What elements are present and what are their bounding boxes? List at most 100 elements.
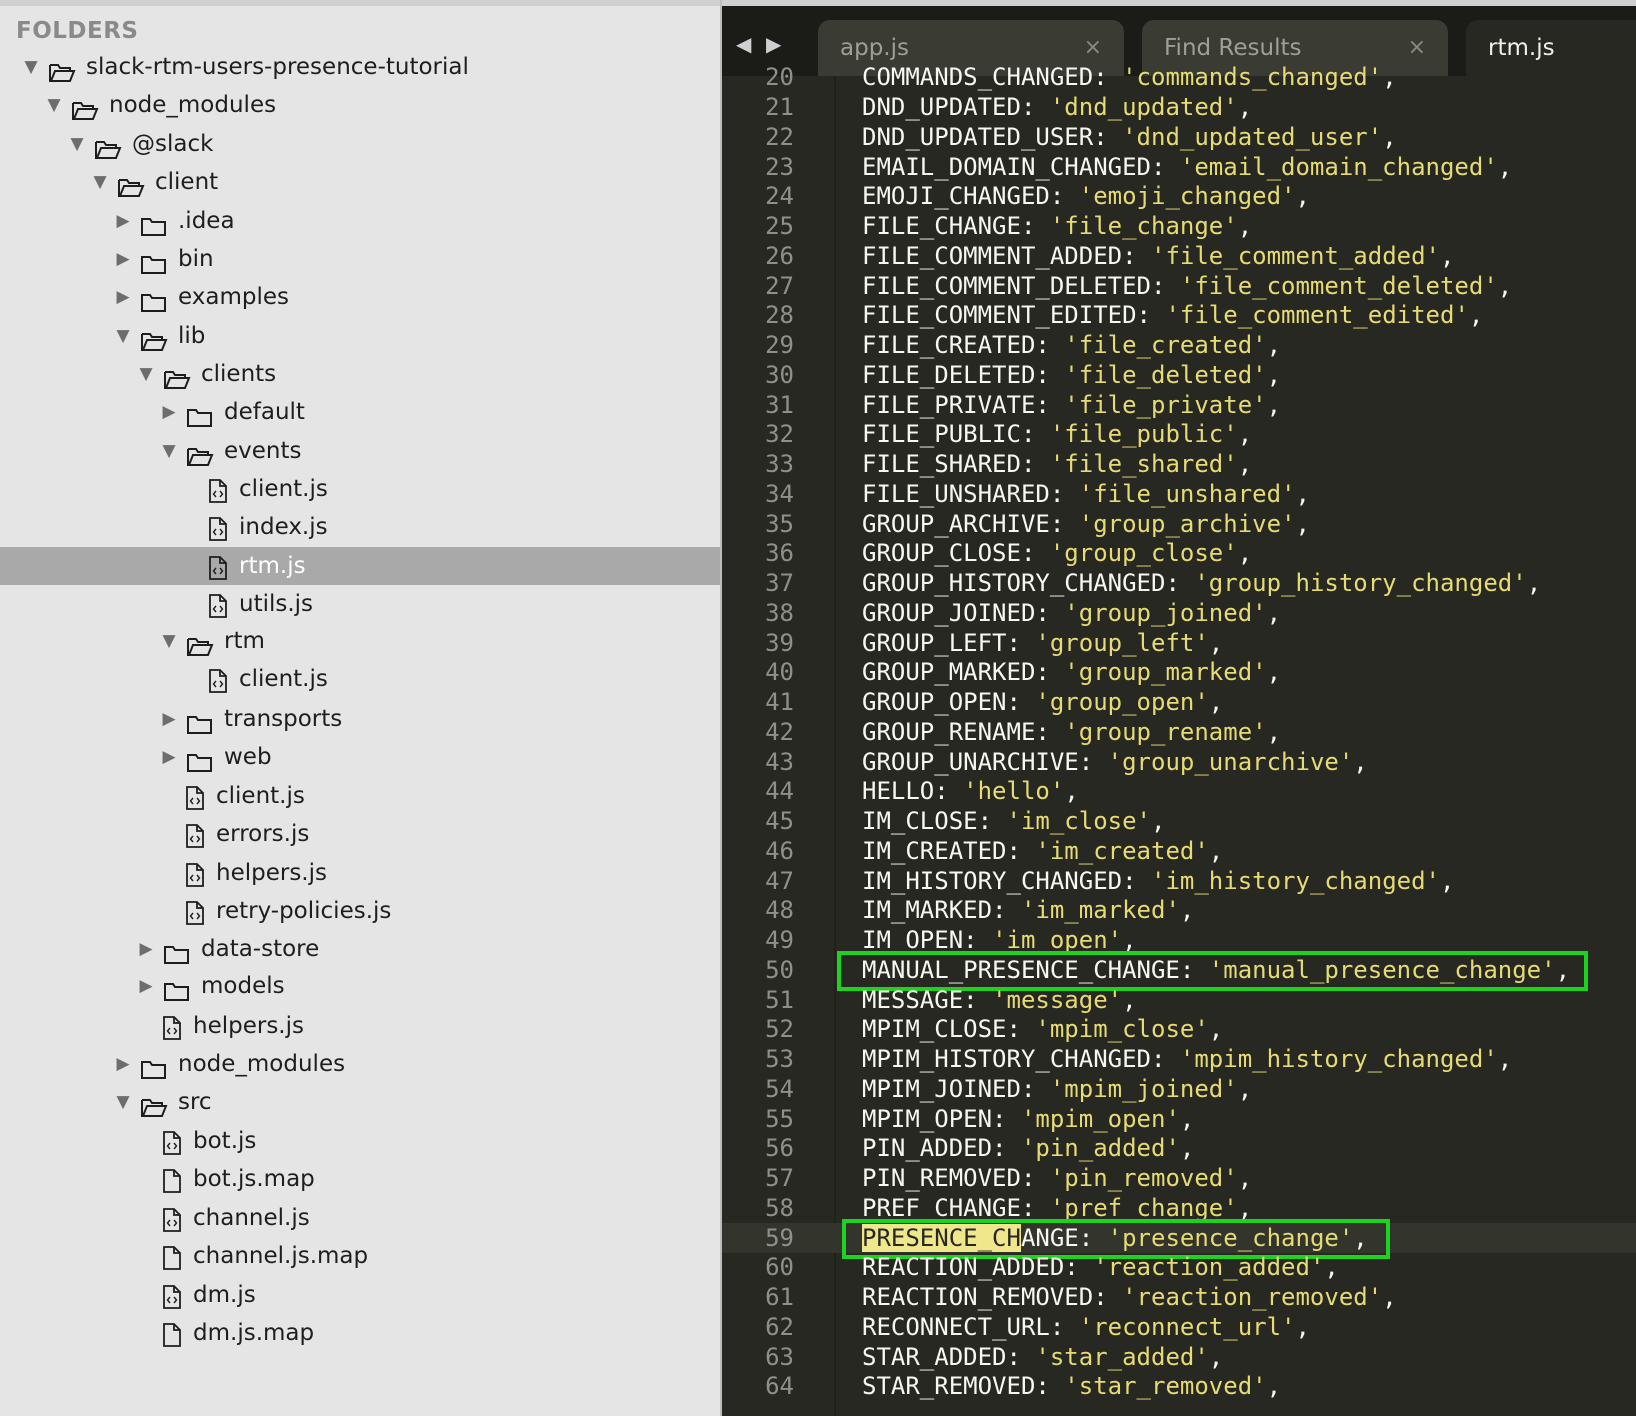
code-line[interactable]: 45 IM_CLOSE: 'im_close', [722,806,1636,836]
disclosure-expanded-icon[interactable]: ▼ [91,163,109,201]
tree-file[interactable]: retry-policies.js [0,892,720,930]
tree-file[interactable]: index.js [0,508,720,546]
code-line[interactable]: 25 FILE_CHANGE: 'file_change', [722,211,1636,241]
tree-folder[interactable]: ▶ node_modules [0,1045,720,1083]
tree-file[interactable]: helpers.js [0,854,720,892]
code-line[interactable]: 41 GROUP_OPEN: 'group_open', [722,687,1636,717]
code-line[interactable]: 48 IM_MARKED: 'im_marked', [722,895,1636,925]
disclosure-collapsed-icon[interactable]: ▶ [114,240,132,278]
code-line[interactable]: 54 MPIM_JOINED: 'mpim_joined', [722,1074,1636,1104]
code-line[interactable]: 42 GROUP_RENAME: 'group_rename', [722,717,1636,747]
code-line[interactable]: 51 MESSAGE: 'message', [722,985,1636,1015]
code-line[interactable]: 33 FILE_SHARED: 'file_shared', [722,449,1636,479]
tree-folder[interactable]: ▼ client [0,163,720,201]
back-arrow-icon[interactable]: ◀ [736,32,751,56]
code-line[interactable]: 30 FILE_DELETED: 'file_deleted', [722,360,1636,390]
tree-folder[interactable]: ▼ @slack [0,125,720,163]
disclosure-expanded-icon[interactable]: ▼ [114,1083,132,1121]
tree-folder[interactable]: ▼ slack-rtm-users-presence-tutorial [0,48,720,86]
forward-arrow-icon[interactable]: ▶ [766,32,781,56]
disclosure-expanded-icon[interactable]: ▼ [114,317,132,355]
code-line[interactable]: 44 HELLO: 'hello', [722,776,1636,806]
disclosure-expanded-icon[interactable]: ▼ [160,622,178,660]
code-line[interactable]: 55 MPIM_OPEN: 'mpim_open', [722,1104,1636,1134]
code-line[interactable]: 53 MPIM_HISTORY_CHANGED: 'mpim_history_ch… [722,1044,1636,1074]
code-line[interactable]: 29 FILE_CREATED: 'file_created', [722,330,1636,360]
disclosure-collapsed-icon[interactable]: ▶ [160,393,178,431]
disclosure-collapsed-icon[interactable]: ▶ [114,202,132,240]
tree-file[interactable]: bot.js [0,1122,720,1160]
code-line[interactable]: 31 FILE_PRIVATE: 'file_private', [722,390,1636,420]
code-line[interactable]: 57 PIN_REMOVED: 'pin_removed', [722,1163,1636,1193]
code-line[interactable]: 34 FILE_UNSHARED: 'file_unshared', [722,479,1636,509]
disclosure-expanded-icon[interactable]: ▼ [137,355,155,393]
code-line[interactable]: 46 IM_CREATED: 'im_created', [722,836,1636,866]
disclosure-expanded-icon[interactable]: ▼ [22,48,40,86]
tree-folder[interactable]: ▶ data-store [0,930,720,968]
code-line[interactable]: 28 FILE_COMMENT_EDITED: 'file_comment_edi… [722,300,1636,330]
tree-folder[interactable]: ▶ transports [0,700,720,738]
code-line[interactable]: 43 GROUP_UNARCHIVE: 'group_unarchive', [722,747,1636,777]
tree-file[interactable]: client.js [0,777,720,815]
code-line[interactable]: 35 GROUP_ARCHIVE: 'group_archive', [722,509,1636,539]
tree-folder[interactable]: ▼ lib [0,317,720,355]
disclosure-collapsed-icon[interactable]: ▶ [114,1045,132,1083]
disclosure-expanded-icon[interactable]: ▼ [68,125,86,163]
code-line[interactable]: 38 GROUP_JOINED: 'group_joined', [722,598,1636,628]
code-line[interactable]: 52 MPIM_CLOSE: 'mpim_close', [722,1014,1636,1044]
disclosure-collapsed-icon[interactable]: ▶ [137,967,155,1005]
tree-folder[interactable]: ▼ src [0,1083,720,1121]
tree-folder[interactable]: ▶ models [0,967,720,1005]
code-line[interactable]: 32 FILE_PUBLIC: 'file_public', [722,419,1636,449]
tree-folder[interactable]: ▼ rtm [0,622,720,660]
code-line[interactable]: 64 STAR_REMOVED: 'star_removed', [722,1371,1636,1401]
tree-folder[interactable]: ▶ default [0,393,720,431]
code-punctuation: , [1122,926,1137,954]
code-key: FILE_COMMENT_EDITED [862,301,1137,329]
code-line[interactable]: 62 RECONNECT_URL: 'reconnect_url', [722,1312,1636,1342]
tree-folder[interactable]: ▼ events [0,432,720,470]
code-line[interactable]: 47 IM_HISTORY_CHANGED: 'im_history_change… [722,866,1636,896]
tree-file[interactable]: client.js [0,660,720,698]
code-line[interactable]: 39 GROUP_LEFT: 'group_left', [722,628,1636,658]
code-line[interactable]: 20 COMMANDS_CHANGED: 'commands_changed', [722,62,1636,92]
code-line[interactable]: 56 PIN_ADDED: 'pin_added', [722,1133,1636,1163]
tree-file[interactable]: errors.js [0,815,720,853]
code-line[interactable]: 36 GROUP_CLOSE: 'group_close', [722,538,1636,568]
tree-file[interactable]: dm.js [0,1276,720,1314]
code-line[interactable]: 37 GROUP_HISTORY_CHANGED: 'group_history_… [722,568,1636,598]
folder-icon [163,939,191,964]
code-line[interactable]: 40 GROUP_MARKED: 'group_marked', [722,657,1636,687]
disclosure-collapsed-icon[interactable]: ▶ [160,738,178,776]
tree-file[interactable]: channel.js.map [0,1237,720,1275]
code-line[interactable]: 23 EMAIL_DOMAIN_CHANGED: 'email_domain_ch… [722,152,1636,182]
tree-folder[interactable]: ▶ examples [0,278,720,316]
code-line[interactable]: 63 STAR_ADDED: 'star_added', [722,1342,1636,1372]
disclosure-collapsed-icon[interactable]: ▶ [160,700,178,738]
code-line[interactable]: 21 DND_UPDATED: 'dnd_updated', [722,92,1636,122]
disclosure-expanded-icon[interactable]: ▼ [45,86,63,124]
code-line[interactable]: 26 FILE_COMMENT_ADDED: 'file_comment_adde… [722,241,1636,271]
tree-folder[interactable]: ▶ web [0,738,720,776]
tree-folder[interactable]: ▼ node_modules [0,86,720,124]
tree-file[interactable]: helpers.js [0,1007,720,1045]
tree-file[interactable]: bot.js.map [0,1160,720,1198]
code-line[interactable]: 27 FILE_COMMENT_DELETED: 'file_comment_de… [722,271,1636,301]
tree-file[interactable]: utils.js [0,585,720,623]
code-line[interactable]: 22 DND_UPDATED_USER: 'dnd_updated_user', [722,122,1636,152]
tree-folder[interactable]: ▶ bin [0,240,720,278]
code-line[interactable]: 60 REACTION_ADDED: 'reaction_added', [722,1252,1636,1282]
tree-file[interactable]: rtm.js [0,547,720,585]
tree-folder[interactable]: ▶ .idea [0,202,720,240]
code-key: FILE_CREATED [862,331,1036,359]
tree-file[interactable]: client.js [0,470,720,508]
code-key: MPIM_OPEN [862,1105,993,1133]
disclosure-expanded-icon[interactable]: ▼ [160,432,178,470]
disclosure-collapsed-icon[interactable]: ▶ [137,930,155,968]
disclosure-collapsed-icon[interactable]: ▶ [114,278,132,316]
code-line[interactable]: 61 REACTION_REMOVED: 'reaction_removed', [722,1282,1636,1312]
tree-file[interactable]: channel.js [0,1199,720,1237]
tree-file[interactable]: dm.js.map [0,1314,720,1352]
tree-folder[interactable]: ▼ clients [0,355,720,393]
code-line[interactable]: 24 EMOJI_CHANGED: 'emoji_changed', [722,181,1636,211]
